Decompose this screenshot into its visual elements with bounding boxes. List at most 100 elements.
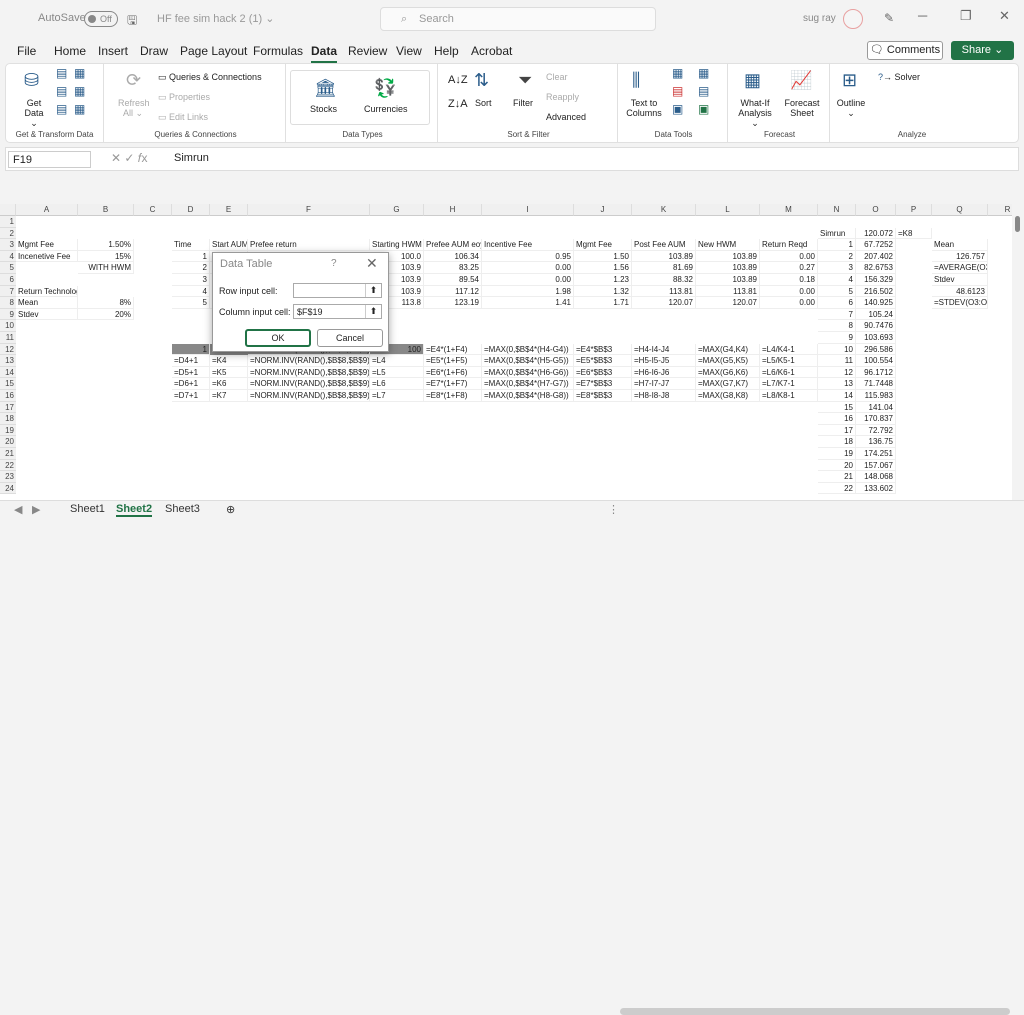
cell-i7[interactable]: 1.98 [482, 285, 574, 298]
select-all-corner[interactable] [0, 204, 16, 216]
row-header[interactable]: 11 [0, 332, 16, 344]
cell-d13[interactable]: =D4+1 [172, 355, 210, 367]
cell-m6[interactable]: 0.18 [760, 274, 818, 286]
cell-q3[interactable]: Mean [932, 239, 988, 251]
row-header[interactable]: 21 [0, 448, 16, 460]
row-header[interactable]: 1 [0, 216, 16, 228]
cancel-button[interactable]: Cancel [317, 329, 383, 347]
cell-j5[interactable]: 1.56 [574, 262, 632, 274]
cell-k13[interactable]: =H5-I5-J5 [632, 355, 696, 367]
cell-d8[interactable]: 5 [172, 297, 210, 309]
cell-q7[interactable]: 48.6123 [932, 285, 988, 298]
cell-f16[interactable]: =NORM.INV(RAND(),$B$8,$B$9) [248, 390, 370, 402]
cell-n19[interactable]: 17 [818, 424, 856, 437]
cell-n9[interactable]: 7 [818, 308, 856, 321]
cell-n8[interactable]: 6 [818, 297, 856, 309]
menu-draw[interactable]: Draw [140, 44, 168, 58]
properties-button[interactable]: ▭ Properties [158, 92, 210, 103]
user-name[interactable]: sug ray [803, 13, 836, 24]
row-header[interactable]: 16 [0, 390, 16, 402]
cell-n16[interactable]: 14 [818, 390, 856, 402]
cell-i3[interactable]: Incentive Fee [482, 239, 574, 251]
tab-sheet1[interactable]: Sheet1 [70, 503, 105, 515]
relationships-icon[interactable]: ▤ [698, 84, 709, 98]
cell-l6[interactable]: 103.89 [696, 274, 760, 286]
cell-o20[interactable]: 136.75 [856, 436, 896, 448]
share-button[interactable]: Share ⌄ [951, 41, 1014, 60]
row-header[interactable]: 10 [0, 320, 16, 332]
cell-n14[interactable]: 12 [818, 366, 856, 379]
from-text-icon[interactable]: ▤ [56, 66, 67, 80]
cell-h6[interactable]: 89.54 [424, 274, 482, 286]
menu-review[interactable]: Review [348, 44, 387, 58]
avatar[interactable] [843, 9, 863, 29]
cell-j13[interactable]: =E5*$B$3 [574, 355, 632, 367]
cell-j7[interactable]: 1.32 [574, 285, 632, 298]
cell-j14[interactable]: =E6*$B$3 [574, 366, 632, 379]
cell-b3[interactable]: 1.50% [78, 239, 134, 251]
cell-q6[interactable]: Stdev [932, 274, 988, 286]
solver-button[interactable]: ?→ Solver [878, 72, 920, 82]
cell-l7[interactable]: 113.81 [696, 285, 760, 298]
name-box[interactable]: F19 [8, 151, 91, 168]
vertical-scrollbar[interactable] [1013, 204, 1022, 500]
cell-f13[interactable]: =NORM.INV(RAND(),$B$8,$B$9) [248, 355, 370, 367]
row-header[interactable]: 22 [0, 459, 16, 472]
help-icon[interactable]: ? [331, 258, 337, 269]
cell-l5[interactable]: 103.89 [696, 262, 760, 274]
cell-o11[interactable]: 103.693 [856, 332, 896, 344]
next-sheet-icon[interactable]: ▶ [32, 503, 40, 516]
cell-n12[interactable]: 10 [818, 343, 856, 356]
menu-page-layout[interactable]: Page Layout [180, 44, 247, 58]
column-header[interactable]: B [78, 204, 134, 216]
cell-o24[interactable]: 133.602 [856, 482, 896, 495]
row-header[interactable]: 2 [0, 227, 16, 240]
cell-o13[interactable]: 100.554 [856, 355, 896, 367]
cell-m8[interactable]: 0.00 [760, 297, 818, 309]
cell-e14[interactable]: =K5 [210, 366, 248, 379]
cell-n24[interactable]: 22 [818, 482, 856, 495]
cell-k8[interactable]: 120.07 [632, 297, 696, 309]
row-header[interactable]: 24 [0, 482, 16, 495]
cell-k16[interactable]: =H8-I8-J8 [632, 390, 696, 402]
remove-duplicates-icon[interactable]: ▤ [672, 84, 683, 98]
collapse-dialog-icon[interactable]: ⬆ [365, 284, 381, 297]
restore-icon[interactable]: ❐ [960, 8, 972, 24]
cell-o2[interactable]: 120.072 [856, 227, 896, 240]
get-data-button[interactable]: Get Data ⌄ [20, 98, 48, 129]
cell-o14[interactable]: 96.1712 [856, 366, 896, 379]
cell-h8[interactable]: 123.19 [424, 297, 482, 309]
recent-sources-icon[interactable]: ▦ [74, 84, 85, 98]
tab-sheet3[interactable]: Sheet3 [165, 503, 200, 515]
cell-k14[interactable]: =H6-I6-J6 [632, 366, 696, 379]
cell-o5[interactable]: 82.6753 [856, 262, 896, 274]
cell-m16[interactable]: =L8/K8-1 [760, 390, 818, 402]
cell-o15[interactable]: 71.7448 [856, 378, 896, 390]
minimize-icon[interactable]: ─ [918, 8, 927, 23]
column-header[interactable]: N [818, 204, 856, 216]
column-header[interactable]: G [370, 204, 424, 216]
cell-h13[interactable]: =E5*(1+F5) [424, 355, 482, 367]
file-name[interactable]: HF fee sim hack 2 (1) ⌄ [157, 12, 274, 25]
cell-n11[interactable]: 9 [818, 332, 856, 344]
cell-n21[interactable]: 19 [818, 448, 856, 460]
cell-o9[interactable]: 105.24 [856, 308, 896, 321]
column-header[interactable]: O [856, 204, 896, 216]
reapply-button[interactable]: Reapply [546, 92, 579, 102]
cell-h16[interactable]: =E8*(1+F8) [424, 390, 482, 402]
cell-d14[interactable]: =D5+1 [172, 366, 210, 379]
cell-g3[interactable]: Starting HWM [370, 239, 424, 251]
row-header[interactable]: 3 [0, 239, 16, 251]
row-header[interactable]: 23 [0, 471, 16, 483]
cell-o17[interactable]: 141.04 [856, 401, 896, 414]
cell-o18[interactable]: 170.837 [856, 413, 896, 425]
column-header[interactable]: F [248, 204, 370, 216]
cell-n7[interactable]: 5 [818, 285, 856, 298]
cell-p2[interactable]: =K8 [896, 227, 932, 240]
menu-acrobat[interactable]: Acrobat [471, 44, 512, 58]
stocks-button[interactable]: Stocks [310, 104, 337, 114]
from-table-icon[interactable]: ▤ [56, 84, 67, 98]
cell-l14[interactable]: =MAX(G6,K6) [696, 366, 760, 379]
filter-button[interactable]: Filter [513, 98, 533, 108]
row-header[interactable]: 17 [0, 401, 16, 414]
